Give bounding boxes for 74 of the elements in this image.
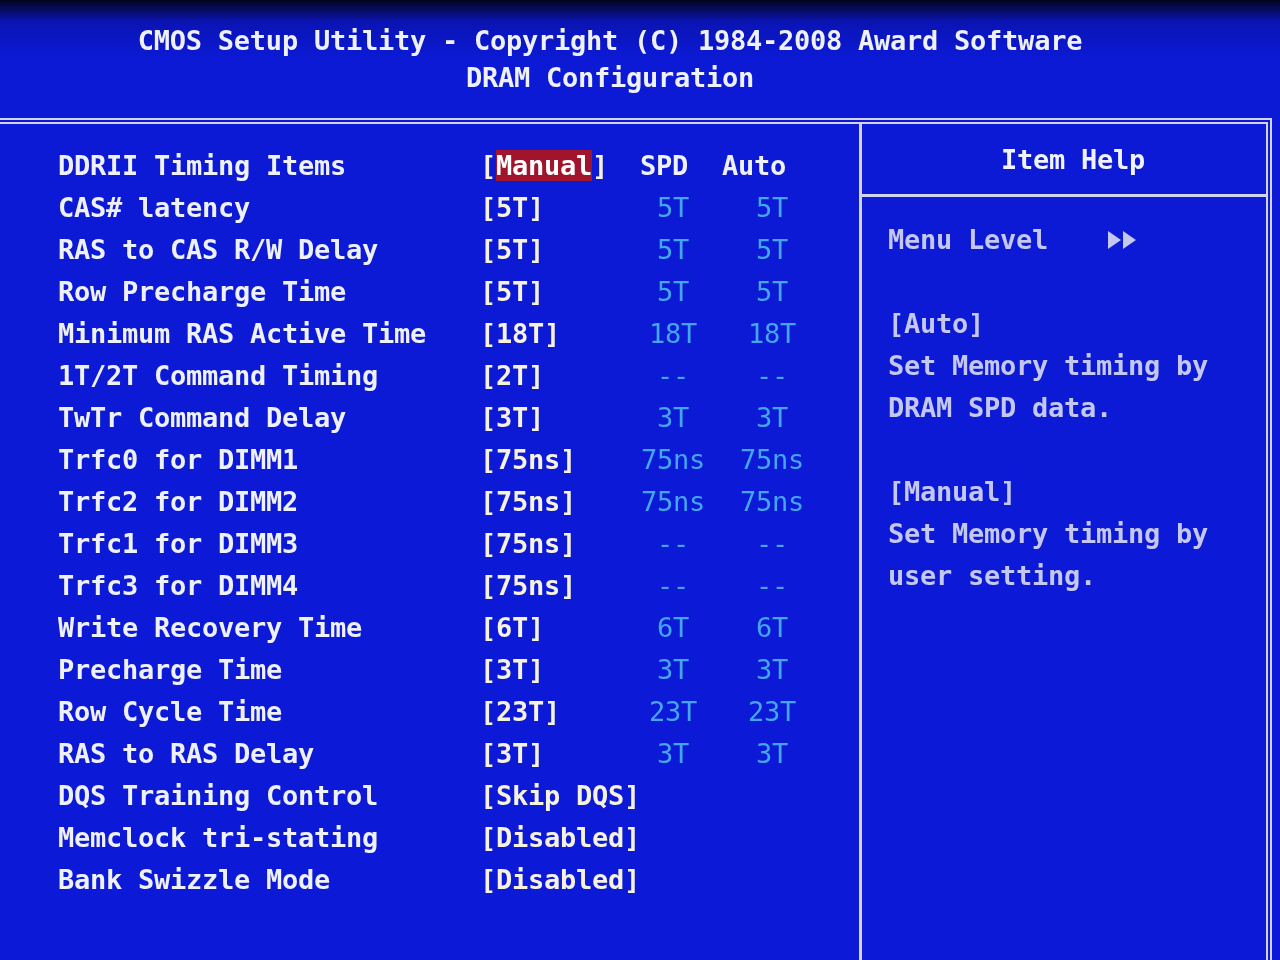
auto-value: 5T bbox=[756, 233, 788, 265]
setting-value[interactable]: [5T] bbox=[480, 191, 545, 223]
help-description: Set Memory timing by DRAM SPD data. bbox=[888, 349, 1210, 425]
spd-value: 18T bbox=[649, 317, 697, 349]
setting-label: Trfc0 for DIMM1 bbox=[58, 443, 299, 475]
setting-value[interactable]: [3T] bbox=[480, 737, 545, 769]
spd-value: 3T bbox=[657, 737, 689, 769]
spd-value: -- bbox=[657, 527, 689, 559]
setting-label: Minimum RAS Active Time bbox=[58, 317, 427, 349]
auto-value: 3T bbox=[756, 737, 788, 769]
spd-value: 5T bbox=[657, 275, 689, 307]
help-option: [Manual] bbox=[888, 471, 1017, 513]
setting-value[interactable]: [75ns] bbox=[480, 443, 577, 475]
spd-value: 5T bbox=[657, 233, 689, 265]
spd-value: 3T bbox=[657, 653, 689, 685]
setting-label: Row Cycle Time bbox=[58, 695, 283, 727]
auto-value: -- bbox=[756, 569, 788, 601]
setting-label: DDRII Timing Items bbox=[58, 149, 347, 181]
setting-label: Write Recovery Time bbox=[58, 611, 363, 643]
setting-label: RAS to RAS Delay bbox=[58, 737, 315, 769]
spd-value: -- bbox=[657, 359, 689, 391]
setting-value[interactable]: [5T] bbox=[480, 275, 545, 307]
setting-value[interactable]: [5T] bbox=[480, 233, 545, 265]
setting-label: Trfc1 for DIMM3 bbox=[58, 527, 299, 559]
column-header: Auto bbox=[722, 149, 787, 181]
setting-value[interactable]: [2T] bbox=[480, 359, 545, 391]
spd-value: 3T bbox=[657, 401, 689, 433]
setting-label: Row Precharge Time bbox=[58, 275, 347, 307]
help-description: Set Memory timing by user setting. bbox=[888, 517, 1210, 593]
setting-label: DQS Training Control bbox=[58, 779, 379, 811]
spd-value: 6T bbox=[657, 611, 689, 643]
setting-value[interactable]: [Disabled] bbox=[480, 863, 641, 895]
spd-value: -- bbox=[657, 569, 689, 601]
auto-value: 75ns bbox=[740, 443, 804, 475]
screen-subtitle: DRAM Configuration bbox=[465, 61, 755, 95]
auto-value: -- bbox=[756, 527, 788, 559]
setting-label: Memclock tri-stating bbox=[58, 821, 379, 853]
auto-value: 5T bbox=[756, 191, 788, 223]
setting-label: TwTr Command Delay bbox=[58, 401, 347, 433]
setting-label: Bank Swizzle Mode bbox=[58, 863, 331, 895]
setting-value[interactable]: [Skip DQS] bbox=[480, 779, 641, 811]
auto-value: 5T bbox=[756, 275, 788, 307]
auto-value: 3T bbox=[756, 653, 788, 685]
setting-value[interactable]: [6T] bbox=[480, 611, 545, 643]
auto-value: 23T bbox=[748, 695, 796, 727]
spd-value: 5T bbox=[657, 191, 689, 223]
help-option: [Auto] bbox=[888, 303, 985, 345]
setting-value[interactable]: [75ns] bbox=[480, 569, 577, 601]
help-title: Item Help bbox=[1000, 143, 1146, 175]
setting-value[interactable]: [75ns] bbox=[480, 527, 577, 559]
setting-label: Precharge Time bbox=[58, 653, 283, 685]
menu-level-label: Menu Level bbox=[888, 223, 1049, 257]
setting-label: RAS to CAS R/W Delay bbox=[58, 233, 379, 265]
setting-value[interactable]: [18T] bbox=[480, 317, 561, 349]
spd-value: 23T bbox=[649, 695, 697, 727]
setting-value[interactable]: [3T] bbox=[480, 401, 545, 433]
double-triangle-icon bbox=[1108, 231, 1137, 249]
setting-value[interactable]: [23T] bbox=[480, 695, 561, 727]
window-title: CMOS Setup Utility - Copyright (C) 1984-2008 Award Software bbox=[137, 24, 1083, 58]
setting-label: CAS# latency bbox=[58, 191, 251, 223]
setting-label: 1T/2T Command Timing bbox=[58, 359, 379, 391]
spd-value: 75ns bbox=[641, 443, 705, 475]
setting-value[interactable]: [75ns] bbox=[480, 485, 577, 517]
auto-value: 75ns bbox=[740, 485, 804, 517]
auto-value: 6T bbox=[756, 611, 788, 643]
spd-value: 75ns bbox=[641, 485, 705, 517]
auto-value: -- bbox=[756, 359, 788, 391]
column-header: SPD bbox=[640, 149, 689, 181]
auto-value: 18T bbox=[748, 317, 796, 349]
setting-label: Trfc3 for DIMM4 bbox=[58, 569, 299, 601]
setting-label: Trfc2 for DIMM2 bbox=[58, 485, 299, 517]
setting-value[interactable]: [Disabled] bbox=[480, 821, 641, 853]
setting-value[interactable]: [3T] bbox=[480, 653, 545, 685]
auto-value: 3T bbox=[756, 401, 788, 433]
